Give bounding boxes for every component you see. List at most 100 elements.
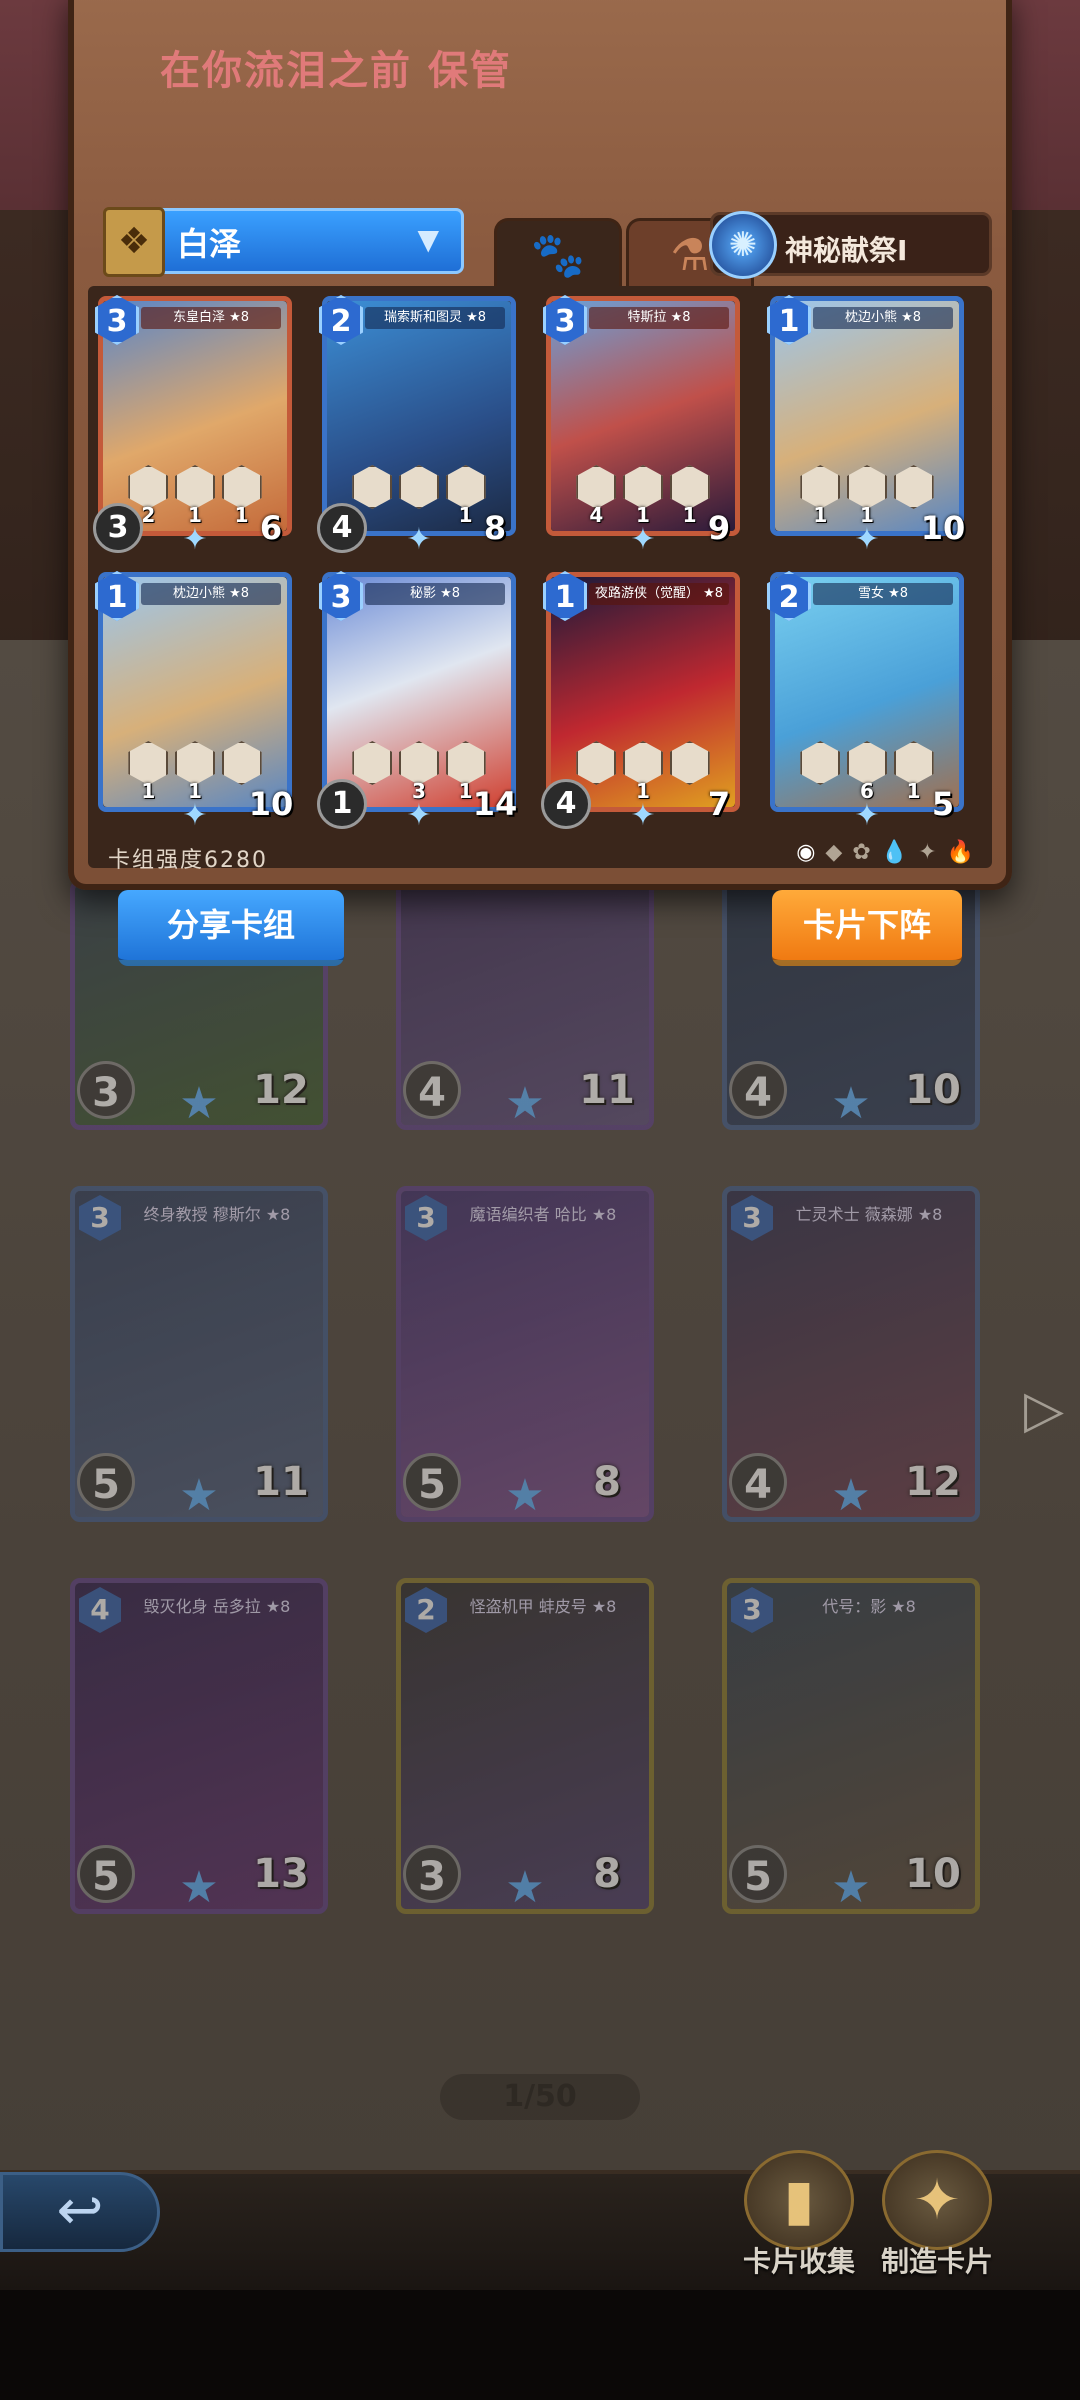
all-filter-icon[interactable]: ◉ [796, 840, 815, 865]
deck-card[interactable]: 枕边小熊 ★8 1 11 10 ✦ [767, 295, 965, 557]
card-attack: 4 [729, 1453, 787, 1511]
dark-filter-icon[interactable]: ✦ [918, 840, 936, 865]
element-filters: ◉ ◆ ✿ 💧 ✦ 🔥 [796, 840, 974, 865]
skill-token-icon [800, 741, 841, 785]
deck-card[interactable]: 秘影 ★8 3 31 1 14 ✦ [317, 571, 517, 833]
card-health: 10 [243, 779, 299, 829]
rarity-star-icon: ★ [179, 1862, 219, 1913]
card-health: 7 [691, 779, 747, 829]
skill-token: 6 [846, 741, 887, 803]
collection-card[interactable]: 魔语编织者 哈比 ★8 3 5 8 ★ [396, 1186, 654, 1522]
back-button[interactable]: ↩ [0, 2172, 160, 2252]
collection-card[interactable]: 4 11 ★ [396, 880, 654, 1130]
skill-token: 1 [128, 741, 169, 803]
card-name: 特斯拉 ★8 [589, 307, 729, 329]
hero-selector[interactable]: ❖ 白泽 ▼ [103, 207, 464, 277]
deck-card-grid: 东皇白泽 ★8 3 211 3 6 ✦ 瑞索斯和图灵 ★8 2 1 4 8 ✦ … [93, 295, 965, 833]
rarity-gem-icon: ✦ [630, 798, 656, 833]
bottom-bar [0, 2290, 1080, 2400]
collection-card[interactable]: 毁灭化身 岳多拉 ★8 4 5 13 ★ [70, 1578, 328, 1914]
deck-card[interactable]: 枕边小熊 ★8 1 11 10 ✦ [95, 571, 293, 833]
card-health: 8 [593, 1851, 621, 1897]
card-name: 代号：影 ★8 [822, 1597, 916, 1616]
card-attack: 5 [77, 1845, 135, 1903]
skill-token-icon [398, 465, 439, 509]
card-attack: 1 [317, 779, 367, 829]
page-indicator: 1/50 [440, 2074, 640, 2120]
unequip-card-button[interactable]: 卡片下阵 [772, 890, 962, 966]
deck-strength-label: 卡组强度 [108, 848, 205, 873]
card-attack: 4 [541, 779, 591, 829]
potion-icon: ⚗ [670, 230, 710, 281]
chevron-down-icon: ▼ [417, 223, 439, 256]
deck-card[interactable]: 夜路游侠（觉醒） ★8 1 1 4 7 ✦ [541, 571, 740, 833]
rarity-star-icon: ★ [831, 1470, 871, 1521]
collection-card[interactable]: 亡灵术士 薇森娜 ★8 3 4 12 ★ [722, 1186, 980, 1522]
deck-card[interactable]: 雪女 ★8 2 61 5 ✦ [767, 571, 964, 833]
card-book-icon: ▮ [744, 2150, 854, 2250]
card-name: 东皇白泽 ★8 [141, 307, 281, 329]
rarity-gem-icon: ✦ [182, 522, 208, 557]
card-name: 瑞索斯和图灵 ★8 [365, 307, 505, 329]
skill-token: 1 [174, 465, 215, 527]
rarity-star-icon: ★ [179, 1470, 219, 1521]
rarity-star-icon: ★ [179, 1078, 219, 1129]
card-name: 秘影 ★8 [365, 583, 505, 605]
fire-filter-icon[interactable]: 🔥 [947, 840, 974, 865]
card-name: 雪女 ★8 [813, 583, 953, 605]
card-health: 5 [915, 779, 971, 829]
rarity-star-icon: ★ [831, 1862, 871, 1913]
skill-token [352, 465, 393, 509]
card-health: 10 [905, 1851, 961, 1897]
card-health: 10 [905, 1067, 961, 1113]
card-name: 亡灵术士 薇森娜 ★8 [795, 1205, 943, 1224]
skill-token: 1 [800, 465, 841, 527]
deck-strength-value: 6280 [204, 848, 269, 873]
card-attack: 4 [729, 1061, 787, 1119]
share-deck-button[interactable]: 分享卡组 [118, 890, 344, 966]
deck-card[interactable]: 瑞索斯和图灵 ★8 2 1 4 8 ✦ [317, 295, 516, 557]
skill-token [800, 741, 841, 785]
rarity-star-icon: ★ [505, 1078, 545, 1129]
tab-paw[interactable]: 🐾 [494, 218, 622, 288]
craft-card-button[interactable]: ✦ 制造卡片 [862, 2150, 1012, 2280]
skill-token-icon [576, 741, 617, 785]
ritual-selector[interactable]: ✺ 神秘献祭I [709, 211, 992, 279]
deck-card[interactable]: 东皇白泽 ★8 3 211 3 6 ✦ [93, 295, 292, 557]
card-health: 9 [691, 503, 747, 553]
card-name: 夜路游侠（觉醒） ★8 [589, 583, 729, 605]
skill-token: 1 [846, 465, 887, 527]
deck-panel: 在你流泪之前 保管 ❖ 白泽 ▼ 🐾 ⚗ ✺ 神秘献祭I 东皇白泽 ★8 3 2… [68, 0, 1012, 890]
card-health: 8 [467, 503, 523, 553]
card-health: 13 [253, 1851, 309, 1897]
hero-name: 白泽 [177, 225, 242, 263]
card-attack: 5 [77, 1453, 135, 1511]
rarity-star-icon: ★ [505, 1470, 545, 1521]
rarity-gem-icon: ✦ [630, 522, 656, 557]
card-health: 11 [253, 1459, 309, 1505]
card-health: 12 [905, 1459, 961, 1505]
collection-grid: 3 12 ★ 4 11 ★ 4 10 ★ 终身教授 穆斯尔 ★8 3 5 11 … [70, 880, 1010, 1914]
skill-token: 2 [128, 465, 169, 527]
deck-card[interactable]: 特斯拉 ★8 3 411 9 ✦ [543, 295, 740, 557]
next-page-arrow-icon[interactable]: ▷ [1024, 1380, 1064, 1440]
water-filter-icon[interactable]: 💧 [881, 840, 908, 865]
collection-card[interactable]: 代号：影 ★8 3 5 10 ★ [722, 1578, 980, 1914]
collection-card[interactable]: 怪盗机甲 蚌皮号 ★8 2 3 8 ★ [396, 1578, 654, 1914]
card-name: 毁灭化身 岳多拉 ★8 [143, 1597, 291, 1616]
hero-book-icon: ❖ [103, 207, 165, 277]
card-health: 12 [253, 1067, 309, 1113]
ritual-orb-icon: ✺ [709, 211, 777, 279]
skill-token: 1 [174, 741, 215, 803]
shield-filter-icon[interactable]: ◆ [825, 840, 842, 865]
skill-token: 1 [622, 741, 663, 803]
nature-filter-icon[interactable]: ✿ [852, 840, 870, 865]
paw-craft-icon: ✦ [882, 2150, 992, 2250]
card-collection-button[interactable]: ▮ 卡片收集 [724, 2150, 874, 2280]
card-name: 终身教授 穆斯尔 ★8 [143, 1205, 291, 1224]
deck-title[interactable]: 在你流泪之前 保管 [160, 38, 512, 96]
collection-card[interactable]: 终身教授 穆斯尔 ★8 3 5 11 ★ [70, 1186, 328, 1522]
card-attack: 4 [403, 1061, 461, 1119]
rarity-gem-icon: ✦ [406, 798, 432, 833]
card-attack: 3 [403, 1845, 461, 1903]
